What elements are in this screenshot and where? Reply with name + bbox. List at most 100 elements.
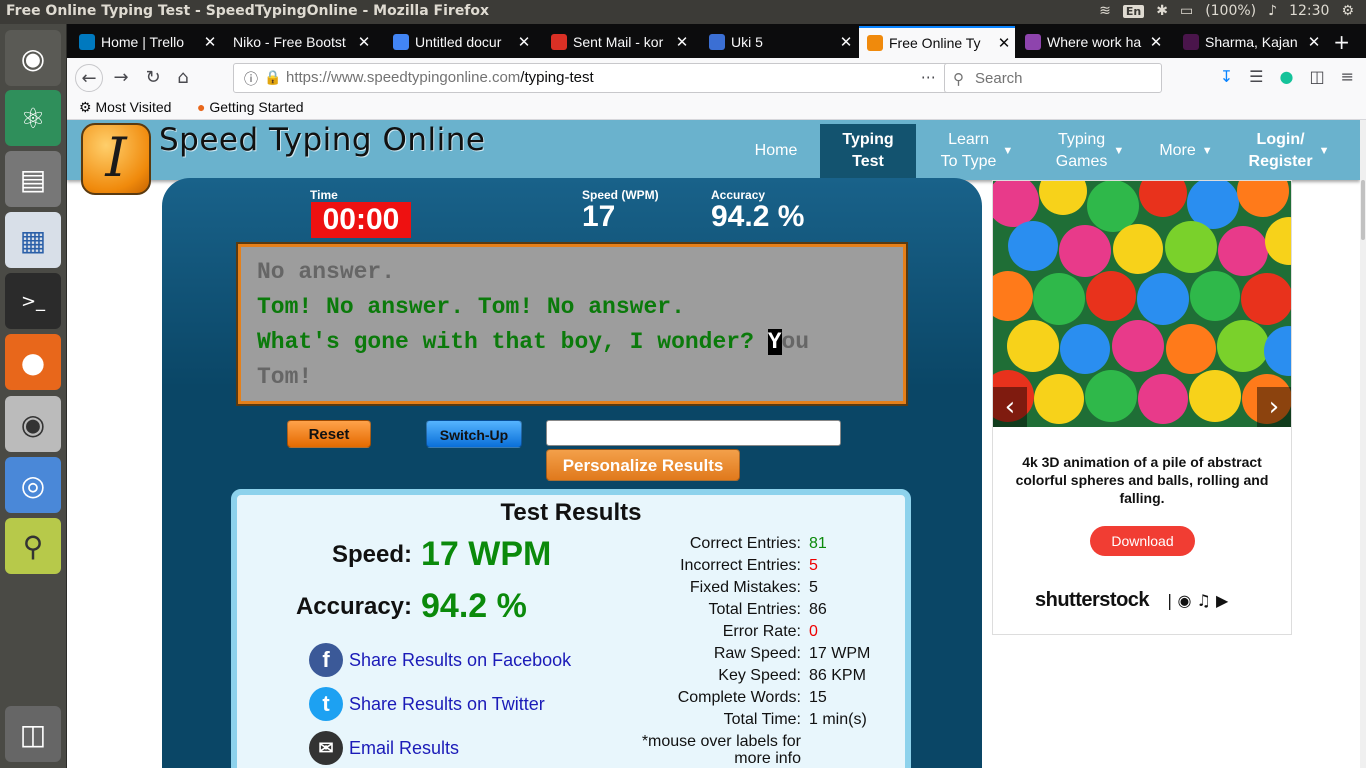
advertisement: ‹ › 4k 3D animation of a pile of abstrac… xyxy=(992,180,1292,635)
close-tab-icon[interactable]: ✕ xyxy=(671,33,693,51)
results-accuracy-label[interactable]: Accuracy: xyxy=(257,593,412,621)
scrollbar-thumb[interactable] xyxy=(1361,180,1365,240)
url-text[interactable]: https://www.speedtypingonline.com/typing… xyxy=(286,69,594,86)
downloads-icon[interactable]: ↧ xyxy=(1220,67,1233,86)
bookmark-most-visited[interactable]: ⚙ Most Visited xyxy=(79,99,171,116)
typed-text: What's gone with that boy, I wonder? xyxy=(257,329,768,355)
tab-label: Uki 5 xyxy=(731,34,763,50)
ad-image[interactable]: ‹ › xyxy=(993,181,1291,427)
gmail-icon xyxy=(551,34,567,50)
tab-label: Where work ha xyxy=(1047,34,1142,50)
reload-icon[interactable]: ↻ xyxy=(139,64,167,92)
battery-icon[interactable]: ▭ xyxy=(1180,3,1193,19)
page-scrollbar[interactable] xyxy=(1360,120,1366,768)
sidebar-icon[interactable]: ◫ xyxy=(1309,67,1324,86)
share-facebook-link[interactable]: f Share Results on Facebook xyxy=(309,643,571,677)
nav-learn-to-type[interactable]: Learn To Type ▼ xyxy=(927,124,1027,178)
clock[interactable]: 12:30 xyxy=(1289,3,1329,19)
grammarly-icon[interactable]: ● xyxy=(1280,67,1294,86)
tab-untitled-doc[interactable]: Untitled docur ✕ xyxy=(385,26,535,58)
bookmark-getting-started[interactable]: ● Getting Started xyxy=(197,99,304,115)
tab-niko[interactable]: Niko - Free Bootst ✕ xyxy=(225,26,375,58)
terminal-icon[interactable]: >_ xyxy=(5,273,61,329)
results-speed-label[interactable]: Speed: xyxy=(287,541,412,569)
tab-uki[interactable]: Uki 5 ✕ xyxy=(701,26,857,58)
nav-typing-games[interactable]: Typing Games ▼ xyxy=(1045,124,1135,178)
email-results-link[interactable]: ✉ Email Results xyxy=(309,731,459,765)
firefox-icon[interactable]: ● xyxy=(5,334,61,390)
battery-percent[interactable]: (100%) xyxy=(1205,3,1256,19)
settings-gear-icon[interactable]: ⚙ xyxy=(1341,3,1354,19)
detail-label[interactable]: Complete Words: xyxy=(601,689,801,707)
tab-speed-typing[interactable]: Free Online Ty ✕ xyxy=(859,26,1015,58)
search-icon: ⚲ xyxy=(953,71,964,88)
lock-icon[interactable]: 🔒 xyxy=(264,69,281,86)
home-icon[interactable]: ⌂ xyxy=(169,64,197,92)
tab-sharma[interactable]: Sharma, Kajan ✕ xyxy=(1175,26,1325,58)
detail-label[interactable]: Incorrect Entries: xyxy=(601,557,801,575)
detail-label[interactable]: Correct Entries: xyxy=(601,535,801,553)
tab-sent-mail[interactable]: Sent Mail - kor ✕ xyxy=(543,26,693,58)
nav-more[interactable]: More ▼ xyxy=(1151,124,1221,178)
info-icon[interactable]: ⓘ xyxy=(244,69,258,89)
nav-typing-test[interactable]: Typing Test xyxy=(820,124,916,178)
site-brand[interactable]: Speed Typing Online xyxy=(159,122,485,158)
files-icon[interactable]: ▤ xyxy=(5,151,61,207)
share-twitter-link[interactable]: t Share Results on Twitter xyxy=(309,687,545,721)
music-icon: ♫ xyxy=(1196,591,1211,610)
media-type-icons: | ◉ ♫ ▶ xyxy=(1167,591,1229,610)
library-icon[interactable]: ☰ xyxy=(1249,67,1263,86)
close-tab-icon[interactable]: ✕ xyxy=(993,34,1015,52)
nav-login-register[interactable]: Login/Register ▼ xyxy=(1239,124,1339,178)
url-host: https://www.speedtypingonline.com xyxy=(286,69,521,86)
switch-up-button[interactable]: Switch-Up xyxy=(426,420,522,448)
atom-editor-icon[interactable]: ⚛ xyxy=(5,90,61,146)
tab-trello[interactable]: Home | Trello ✕ xyxy=(71,26,221,58)
shutterstock-logo[interactable]: shutterstock xyxy=(1035,589,1150,612)
chromium-icon[interactable]: ◎ xyxy=(5,457,61,513)
detail-label[interactable]: Total Entries: xyxy=(601,601,801,619)
site-logo[interactable]: I xyxy=(81,123,151,195)
close-tab-icon[interactable]: ✕ xyxy=(353,33,375,51)
bluetooth-icon[interactable]: ✱ xyxy=(1156,3,1168,19)
screenshot-icon[interactable]: ◉ xyxy=(5,396,61,452)
nav-home[interactable]: Home xyxy=(743,124,809,178)
detail-label[interactable]: Fixed Mistakes: xyxy=(601,579,801,597)
window-title: Free Online Typing Test - SpeedTypingOnl… xyxy=(6,3,490,19)
untyped-text: ou xyxy=(781,329,810,355)
typing-text-area[interactable]: No answer. Tom! No answer. Tom! No answe… xyxy=(238,244,906,404)
close-tab-icon[interactable]: ✕ xyxy=(199,33,221,51)
carousel-prev-icon[interactable]: ‹ xyxy=(993,387,1027,427)
volume-icon[interactable]: ♪ xyxy=(1268,3,1277,19)
detail-label[interactable]: Key Speed: xyxy=(601,667,801,685)
document-viewer-icon[interactable]: ▦ xyxy=(5,212,61,268)
ubuntu-dash-icon[interactable]: ◉ xyxy=(5,30,61,86)
ad-download-button[interactable]: Download xyxy=(1090,526,1195,556)
detail-label[interactable]: Total Time: xyxy=(601,711,801,729)
url-bar[interactable]: ⓘ 🔒 https://www.speedtypingonline.com/ty… xyxy=(233,63,1001,93)
close-tab-icon[interactable]: ✕ xyxy=(1303,33,1325,51)
typing-input[interactable] xyxy=(546,420,841,446)
tab-where-work[interactable]: Where work ha ✕ xyxy=(1017,26,1167,58)
text-line-3: What's gone with that boy, I wonder? You xyxy=(257,329,809,355)
page-actions-icon[interactable]: ⋯ xyxy=(921,68,936,86)
reset-button[interactable]: Reset xyxy=(287,420,371,448)
ad-description: 4k 3D animation of a pile of abstract co… xyxy=(1015,454,1269,506)
detail-label[interactable]: Error Rate: xyxy=(601,623,801,641)
close-tab-icon[interactable]: ✕ xyxy=(513,33,535,51)
trash-icon[interactable]: ◫ xyxy=(5,706,61,762)
close-tab-icon[interactable]: ✕ xyxy=(1145,33,1167,51)
close-tab-icon[interactable]: ✕ xyxy=(835,33,857,51)
forward-icon[interactable]: → xyxy=(107,64,135,92)
image-viewer-icon[interactable]: ⚲ xyxy=(5,518,61,574)
menu-icon[interactable]: ≡ xyxy=(1341,67,1354,86)
detail-value: 5 xyxy=(809,579,818,596)
back-icon[interactable]: ← xyxy=(75,64,103,92)
keyboard-layout-indicator[interactable]: En xyxy=(1122,4,1145,18)
search-input[interactable]: ⚲ Search xyxy=(944,63,1162,93)
wifi-icon[interactable]: ≋ xyxy=(1099,3,1111,19)
new-tab-icon[interactable]: + xyxy=(1333,30,1350,54)
carousel-next-icon[interactable]: › xyxy=(1257,387,1291,427)
detail-label[interactable]: Raw Speed: xyxy=(601,645,801,663)
personalize-results-button[interactable]: Personalize Results xyxy=(546,449,740,481)
